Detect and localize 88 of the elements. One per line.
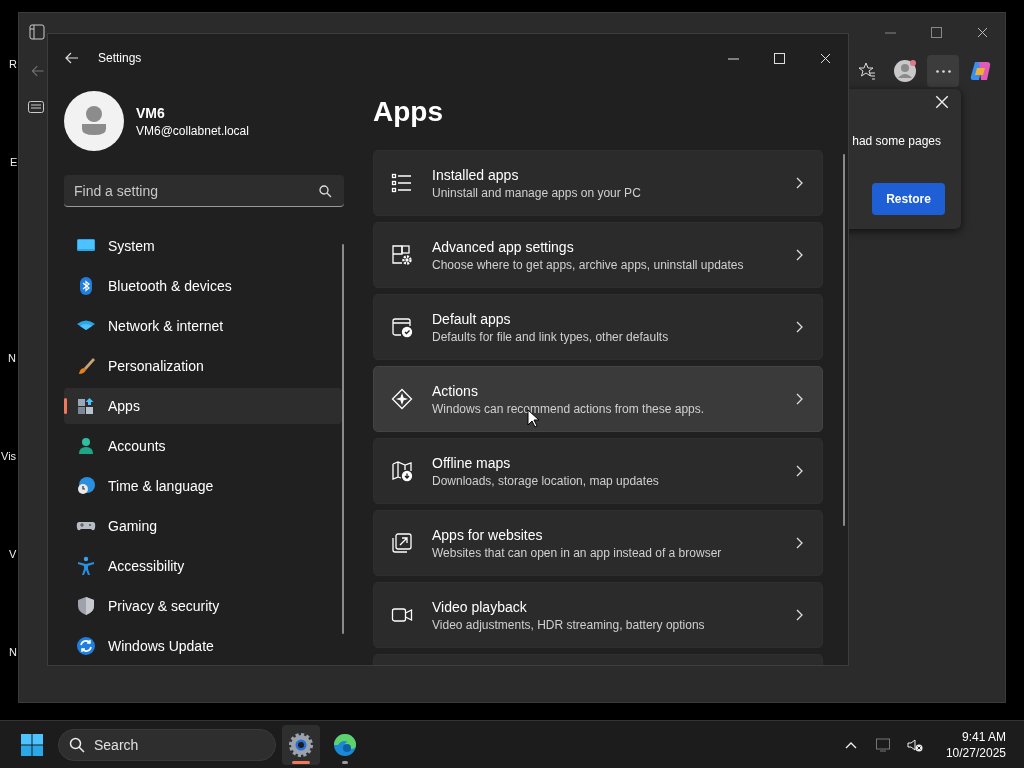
back-arrow-icon[interactable] <box>65 51 79 65</box>
nav-item[interactable]: Privacy & security <box>64 588 342 624</box>
diamond-sparkle-icon <box>391 388 413 410</box>
scrollbar[interactable] <box>342 244 344 634</box>
monitor-icon[interactable] <box>874 736 891 753</box>
nav-item[interactable]: Personalization <box>64 348 342 384</box>
desktop-icon-label[interactable]: E <box>10 156 18 168</box>
more-button[interactable] <box>927 55 959 87</box>
time-icon <box>76 476 96 496</box>
card-title: Installed apps <box>432 166 520 183</box>
card-description: Downloads, storage location, map updates <box>432 473 660 488</box>
accessibility-icon <box>76 556 96 576</box>
restore-button[interactable]: Restore <box>872 183 945 215</box>
nav-item[interactable]: Windows Update <box>64 628 342 664</box>
settings-card[interactable]: Installed apps Uninstall and manage apps on your PC <box>373 150 823 216</box>
search-icon <box>69 736 85 753</box>
notification-text: had some pages <box>852 134 941 148</box>
speaker-muted-icon[interactable] <box>906 736 923 753</box>
settings-card[interactable]: Advanced app settings Choose where to get apps, archive apps, uninstall updates <box>373 222 823 288</box>
tab-icon[interactable] <box>28 101 44 113</box>
clock[interactable]: 9:41 AM 10/27/2025 <box>941 728 1010 761</box>
page-title: Apps <box>373 95 444 129</box>
card-title: Video playback <box>432 598 528 615</box>
close-icon[interactable] <box>976 26 988 38</box>
map-download-icon <box>391 460 413 482</box>
window-title: Settings <box>98 51 142 65</box>
desktop-icon-label[interactable]: R <box>9 58 17 70</box>
browser-icon <box>332 731 358 758</box>
card-description: Defaults for file and link types, other defaults <box>432 329 670 344</box>
nav-item[interactable]: Accounts <box>64 428 342 464</box>
card-description: Uninstall and manage apps on your PC <box>432 185 642 200</box>
desktop-icon-label[interactable]: Vis <box>1 450 17 462</box>
desktop-icon-label[interactable]: N <box>8 352 16 364</box>
accounts-icon <box>76 436 96 456</box>
start-icon[interactable] <box>20 732 44 757</box>
card-title: Apps for websites <box>432 526 544 543</box>
gear-icon <box>288 731 314 758</box>
close-icon[interactable] <box>819 52 831 64</box>
list-icon <box>391 172 413 194</box>
avatar-icon[interactable] <box>64 91 124 151</box>
nav-item[interactable]: Gaming <box>64 508 342 544</box>
update-icon <box>76 636 96 656</box>
nav-item[interactable]: System <box>64 228 342 264</box>
privacy-icon <box>76 596 96 616</box>
chevron-icon <box>794 393 804 405</box>
chevron-icon <box>794 249 804 261</box>
window-check-icon <box>391 316 413 338</box>
find-setting-field[interactable]: Find a setting <box>64 175 344 207</box>
desktop-icon-label[interactable]: V <box>9 548 17 560</box>
apps-gear-icon <box>391 244 413 266</box>
card-description: Video adjustments, HDR streaming, battery options <box>432 617 706 632</box>
card-title: Advanced app settings <box>432 238 575 255</box>
card-description: Choose where to get apps, archive apps, uninstall updates <box>432 257 745 272</box>
profile-avatar-icon[interactable] <box>893 59 917 83</box>
chevron-icon <box>794 465 804 477</box>
favorites-icon[interactable] <box>857 61 877 81</box>
nav-item[interactable]: Accessibility <box>64 548 342 584</box>
desktop-icon-label[interactable]: N <box>9 646 17 658</box>
user-name: VM6 <box>136 104 166 121</box>
personalization-icon <box>76 356 96 376</box>
settings-card[interactable]: Actions Windows can recommend actions from these apps. <box>373 366 823 432</box>
card-description: Websites that can open in an app instead of a browser <box>432 545 723 560</box>
settings-card[interactable]: Apps for websites Websites that can open in an app instead of a browser <box>373 510 823 576</box>
copilot-icon[interactable] <box>969 59 993 83</box>
card-description: Windows can recommend actions from these apps. <box>432 401 706 416</box>
chevron-icon <box>794 609 804 621</box>
chevron-icon <box>794 177 804 189</box>
user-email: VM6@collabnet.local <box>136 123 249 138</box>
settings-card[interactable]: Offline maps Downloads, storage location, map updates <box>373 438 823 504</box>
nav-item[interactable]: Bluetooth & devices <box>64 268 342 304</box>
scrollbar[interactable] <box>843 154 845 526</box>
open-in-app-icon <box>391 532 413 554</box>
taskbar-search-field[interactable]: Search <box>58 728 276 761</box>
nav-item[interactable]: Network & internet <box>64 308 342 344</box>
settings-card[interactable]: Default apps Defaults for file and link types, other defaults <box>373 294 823 360</box>
more-icon <box>935 69 951 73</box>
nav-item[interactable]: Apps <box>64 388 342 424</box>
apps-icon <box>76 396 96 416</box>
card-title: Actions <box>432 382 479 399</box>
card-title: Default apps <box>432 310 512 327</box>
card-title: Offline maps <box>432 454 512 471</box>
chevron-icon <box>794 321 804 333</box>
nav-item[interactable]: Time & language <box>64 468 342 504</box>
settings-card[interactable]: Video playback Video adjustments, HDR streaming, battery options <box>373 582 823 648</box>
gear-app-button[interactable] <box>282 724 320 765</box>
chevron-icon <box>794 537 804 549</box>
search-icon <box>319 185 332 198</box>
sidebar-icon[interactable] <box>29 24 45 40</box>
